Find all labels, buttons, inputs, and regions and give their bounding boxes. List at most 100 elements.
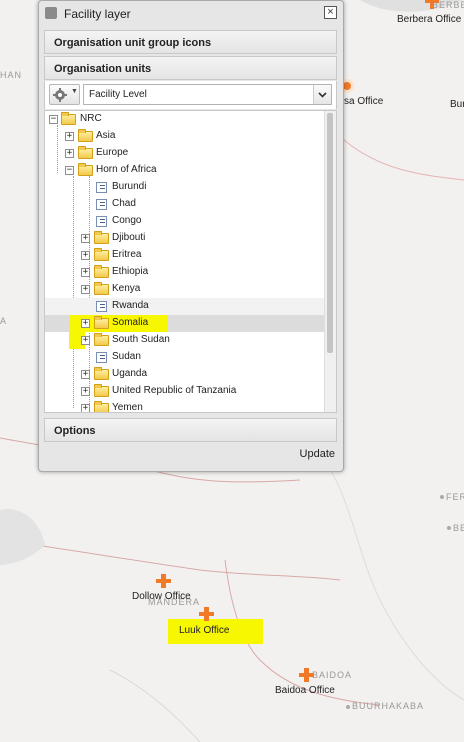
office-label-cut: Bur [450,99,464,110]
tree-node-nrc[interactable]: − NRC [45,111,324,128]
tree-node-europe[interactable]: + Europe [45,145,324,162]
tree-node-tanzania[interactable]: + United Republic of Tanzania [45,383,324,400]
folder-icon [94,265,109,278]
tree-node-label: Chad [112,198,136,209]
place-label-baidoa: BAIDOA [312,670,353,680]
place-dot-be [447,526,451,530]
folder-icon [94,333,109,346]
org-unit-toolbar: ▼ Facility Level [44,81,337,109]
tree-node-yemen[interactable]: + Yemen [45,400,324,413]
window-title: Facility layer [64,7,131,21]
tree-node-label: NRC [80,113,102,124]
place-dot-fer [440,495,444,499]
folder-icon [78,129,93,142]
office-label-baidoa: Baidoa Office [275,685,335,696]
place-label-han: HAN [0,70,23,80]
office-label-berbera: Berbera Office [397,14,462,25]
folder-icon [94,401,109,412]
user-icon [45,7,57,19]
close-button[interactable]: × [324,6,337,19]
leaf-icon [96,301,107,312]
office-label-luuk: Luuk Office [179,625,230,636]
place-label-a: A [0,316,8,326]
facility-layer-window: Facility layer × Organisation unit group… [38,0,344,472]
level-select-value: Facility Level [89,89,147,100]
folder-open-icon [61,112,76,125]
tree-node-label: Ethiopia [112,266,149,277]
tree-node-label: Rwanda [112,300,149,311]
expand-icon[interactable]: + [81,285,90,294]
expand-icon[interactable]: + [81,319,90,328]
tree-node-uganda[interactable]: + Uganda [45,366,324,383]
tree-node-label: Sudan [112,351,141,362]
scrollbar-thumb[interactable] [327,113,333,353]
folder-icon [94,282,109,295]
window-header[interactable]: Facility layer × [39,1,343,28]
tree-node-horn-of-africa[interactable]: − Horn of Africa [45,162,324,179]
expand-icon[interactable]: + [81,336,90,345]
tree-node-label: Somalia [112,317,149,328]
tree-node-eritrea[interactable]: + Eritrea [45,247,324,264]
tree-node-congo[interactable]: Congo [45,213,324,230]
tree-scrollbar[interactable] [324,111,336,412]
place-label-buurhakaba: BUURHAKABA [352,701,425,711]
folder-icon [94,316,109,329]
expand-icon[interactable]: + [65,132,74,141]
tree-node-label: Uganda [112,368,148,379]
office-label-partial: sa Office [344,96,384,107]
select-arrow[interactable] [313,85,331,104]
leaf-icon [96,199,107,210]
tree-node-label: Yemen [112,402,143,413]
expand-icon[interactable]: + [65,149,74,158]
folder-icon [94,367,109,380]
update-button[interactable]: Update [300,448,335,460]
tree-node-label: United Republic of Tanzania [112,385,237,396]
tree-node-sudan[interactable]: Sudan [45,349,324,366]
tree-node-chad[interactable]: Chad [45,196,324,213]
expand-icon[interactable]: + [81,370,90,379]
leaf-icon [96,352,107,363]
collapse-icon[interactable]: − [49,115,58,124]
folder-icon [94,231,109,244]
caret-down-icon: ▼ [71,88,78,95]
tree-node-ethiopia[interactable]: + Ethiopia [45,264,324,281]
org-unit-tree: − NRC + Asia + Europe − Horn of Africa B… [44,110,337,413]
place-dot-buurhakaba [346,705,350,709]
folder-open-icon [78,163,93,176]
place-label-fer: FER [446,492,464,502]
panel-org-units[interactable]: Organisation units [44,56,337,80]
tree-node-label: Eritrea [112,249,142,260]
tree-node-south-sudan[interactable]: + South Sudan [45,332,324,349]
office-label-dollow: Dollow Office [132,591,191,602]
chevron-down-icon [318,92,327,98]
tree-node-label: Kenya [112,283,141,294]
expand-icon[interactable]: + [81,234,90,243]
expand-icon[interactable]: + [81,387,90,396]
panel-group-icons[interactable]: Organisation unit group icons [44,30,337,54]
folder-icon [94,248,109,261]
tree-node-somalia[interactable]: + Somalia [45,315,324,332]
expand-icon[interactable]: + [81,251,90,260]
gear-menu-button[interactable]: ▼ [49,84,80,105]
tree-node-label: Asia [96,130,116,141]
tree-node-djibouti[interactable]: + Djibouti [45,230,324,247]
collapse-icon[interactable]: − [65,166,74,175]
level-select[interactable]: Facility Level [83,84,332,105]
panel-options[interactable]: Options [44,418,337,442]
gear-icon [53,88,67,102]
tree-node-label: Europe [96,147,129,158]
tree-node-asia[interactable]: + Asia [45,128,324,145]
tree-node-label: Congo [112,215,142,226]
tree-node-rwanda[interactable]: Rwanda [45,298,324,315]
folder-icon [78,146,93,159]
tree-node-label: Djibouti [112,232,146,243]
tree-node-label: Burundi [112,181,147,192]
tree-node-burundi[interactable]: Burundi [45,179,324,196]
tree-node-label: South Sudan [112,334,170,345]
place-label-be: BE [453,523,464,533]
expand-icon[interactable]: + [81,268,90,277]
expand-icon[interactable]: + [81,404,90,412]
leaf-icon [96,216,107,227]
tree-node-kenya[interactable]: + Kenya [45,281,324,298]
tree-node-label: Horn of Africa [96,164,157,175]
